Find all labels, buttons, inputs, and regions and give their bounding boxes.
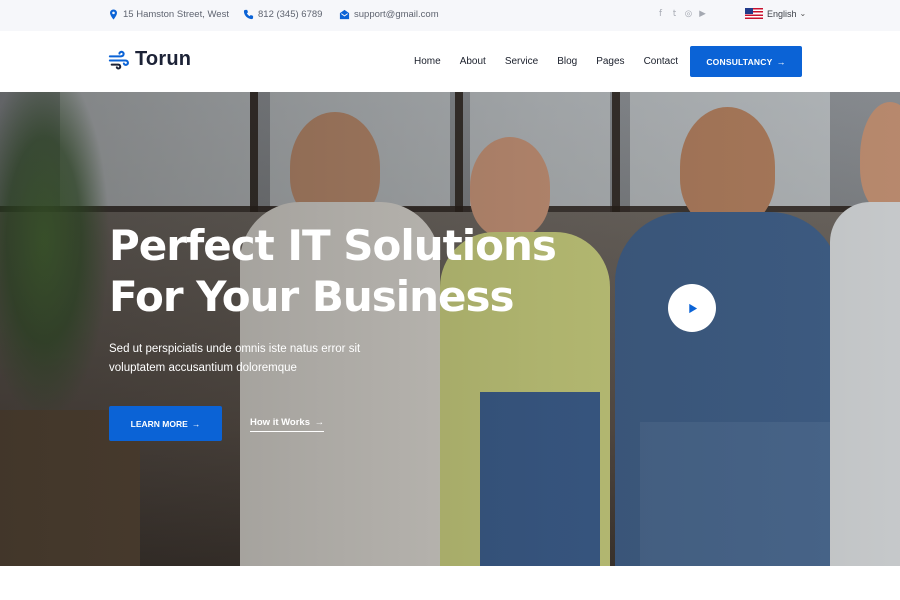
hero-subtitle-line1: Sed ut perspiciatis unde omnis iste natu… bbox=[109, 343, 361, 355]
social-links: f t ◎ ▶ bbox=[656, 9, 707, 19]
hero-title-line1: Perfect IT Solutions bbox=[109, 221, 557, 270]
hero-overlay bbox=[0, 92, 900, 566]
nav-contact[interactable]: Contact bbox=[644, 56, 678, 67]
nav-blog[interactable]: Blog bbox=[557, 56, 577, 67]
how-it-works-link[interactable]: How it Works → bbox=[250, 417, 325, 432]
learn-more-label: LEARN MORE bbox=[130, 418, 188, 429]
nav-home[interactable]: Home bbox=[414, 56, 441, 67]
main-header: Torun Home About Service Blog Pages Cont… bbox=[0, 31, 900, 92]
language-selector[interactable]: English ⌄ bbox=[745, 8, 806, 19]
consultancy-label: CONSULTANCY bbox=[706, 56, 773, 67]
twitter-icon[interactable]: t bbox=[670, 9, 679, 19]
hero-title: Perfect IT Solutions For Your Business bbox=[109, 220, 629, 322]
top-info-bar: 15 Hamston Street, West 812 (345) 6789 s… bbox=[0, 0, 900, 31]
wind-logo-icon bbox=[108, 50, 129, 69]
hero-subtitle: Sed ut perspiciatis unde omnis iste natu… bbox=[109, 340, 409, 378]
youtube-icon[interactable]: ▶ bbox=[698, 9, 707, 19]
hero-section: Perfect IT Solutions For Your Business S… bbox=[0, 92, 900, 566]
email-text: support@gmail.com bbox=[354, 9, 439, 20]
learn-more-button[interactable]: LEARN MORE → bbox=[109, 406, 222, 441]
nav-service[interactable]: Service bbox=[505, 56, 538, 67]
main-nav: Home About Service Blog Pages Contact bbox=[414, 56, 697, 67]
hero-title-line2: For Your Business bbox=[109, 272, 515, 321]
arrow-right-icon: → bbox=[776, 56, 786, 67]
chevron-down-icon: ⌄ bbox=[799, 9, 807, 18]
phone-item[interactable]: 812 (345) 6789 bbox=[243, 9, 322, 20]
play-video-button[interactable] bbox=[668, 284, 716, 332]
phone-icon bbox=[243, 9, 254, 20]
language-label: English bbox=[767, 8, 797, 19]
facebook-icon[interactable]: f bbox=[656, 9, 665, 19]
email-item[interactable]: support@gmail.com bbox=[339, 9, 439, 20]
address-item: 15 Hamston Street, West bbox=[108, 9, 229, 20]
address-text: 15 Hamston Street, West bbox=[123, 9, 229, 20]
play-icon bbox=[688, 303, 697, 313]
envelope-icon bbox=[339, 9, 350, 20]
location-pin-icon bbox=[108, 9, 119, 20]
us-flag-icon bbox=[745, 8, 763, 19]
nav-pages[interactable]: Pages bbox=[596, 56, 624, 67]
instagram-icon[interactable]: ◎ bbox=[684, 9, 693, 19]
arrow-right-icon: → bbox=[191, 418, 201, 429]
how-it-works-label: How it Works bbox=[250, 417, 310, 428]
nav-about[interactable]: About bbox=[460, 56, 486, 67]
arrow-right-icon: → bbox=[314, 417, 325, 428]
hero-subtitle-line2: voluptatem accusantium doloremque bbox=[109, 362, 297, 374]
phone-text: 812 (345) 6789 bbox=[258, 9, 323, 20]
consultancy-button[interactable]: CONSULTANCY → bbox=[690, 46, 802, 77]
logo-text: Torun bbox=[135, 48, 192, 70]
logo[interactable]: Torun bbox=[108, 48, 191, 71]
